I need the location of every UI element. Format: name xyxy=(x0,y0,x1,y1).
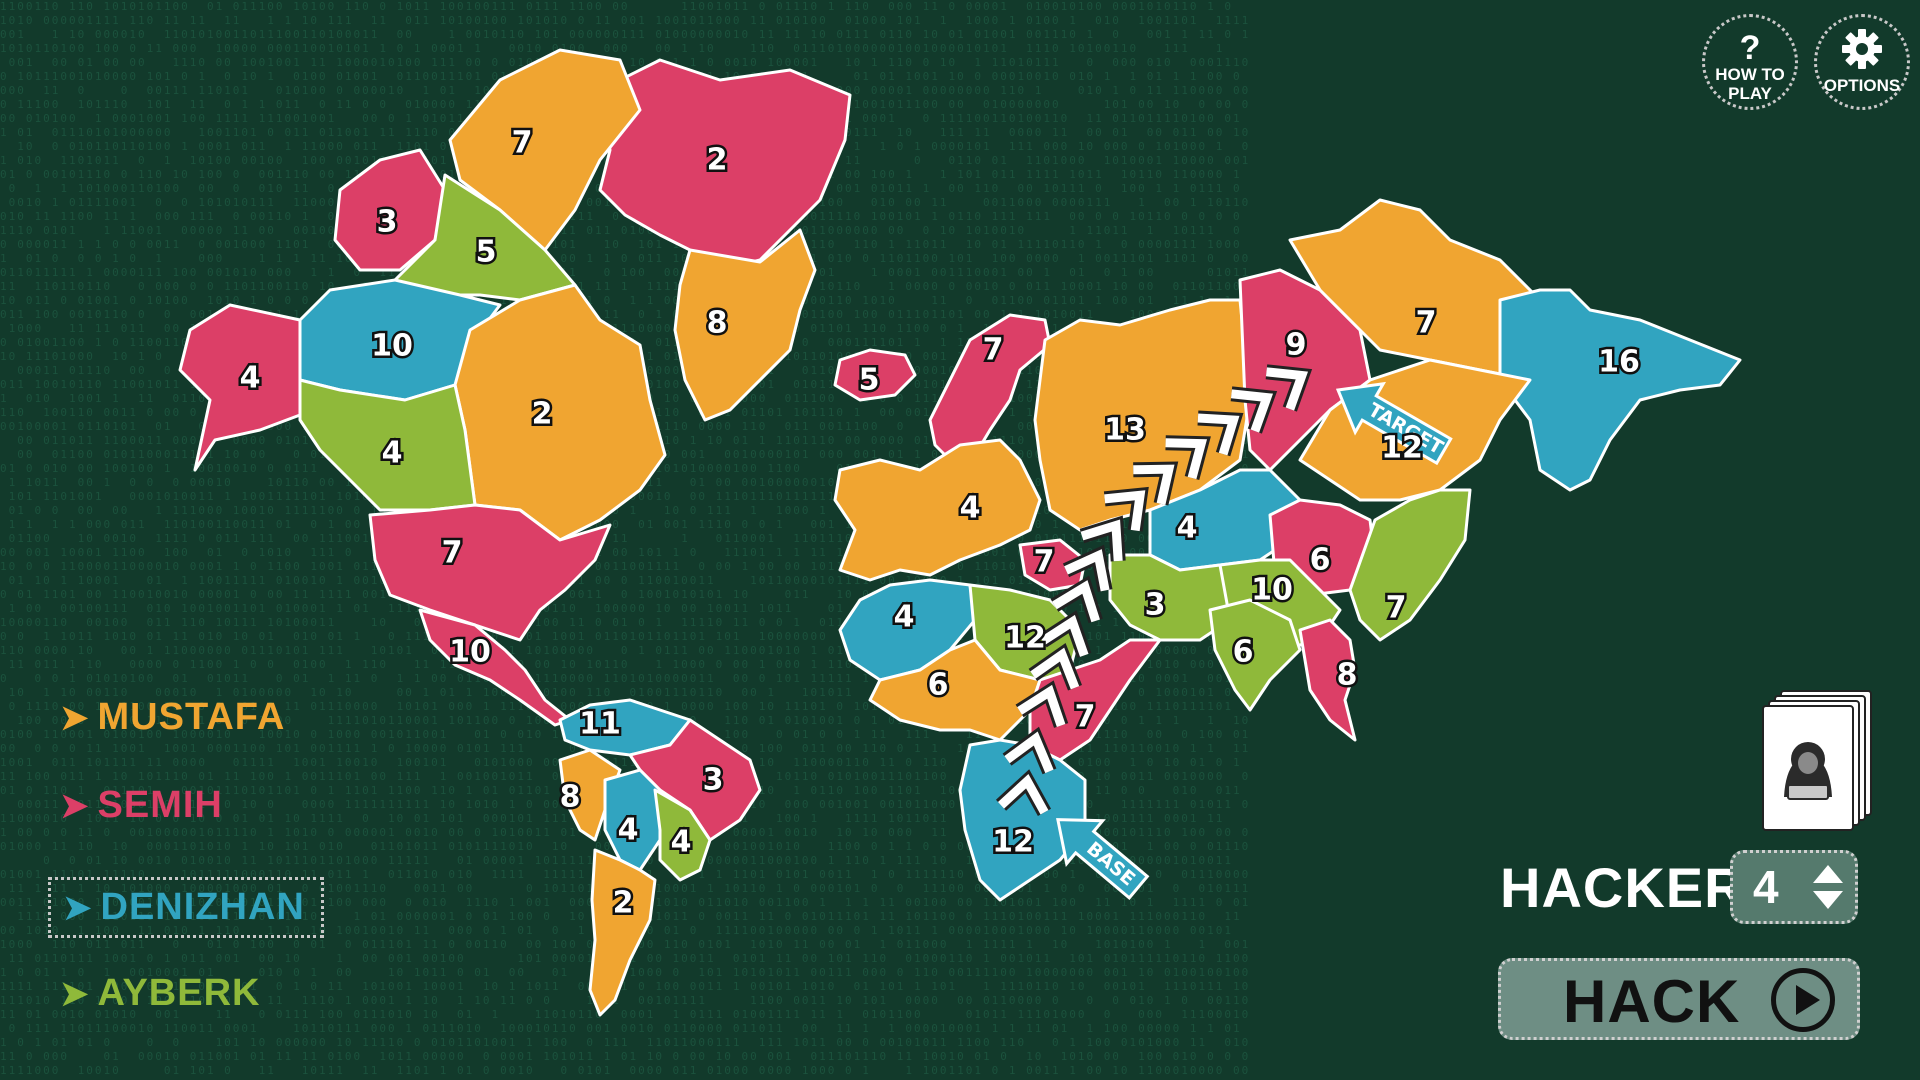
player-ayberk: ➤ AYBERK xyxy=(60,972,260,1015)
options-label: OPTIONS xyxy=(1823,76,1901,95)
territory-ontario[interactable] xyxy=(453,283,667,542)
gear-icon xyxy=(1842,29,1882,69)
player-chevron-icon: ➤ xyxy=(60,786,90,825)
troops-nw-canada-2: 5 xyxy=(476,235,497,270)
hacker-avatar-icon xyxy=(1784,742,1832,800)
troops-western-us: 4 xyxy=(382,436,403,471)
player-chevron-icon: ➤ xyxy=(60,698,90,737)
troops-central-america: 10 xyxy=(449,635,491,670)
troops-ontario: 2 xyxy=(532,397,553,432)
player-name: AYBERK xyxy=(97,972,261,1014)
troops-east-africa: 7 xyxy=(1075,700,1096,735)
hacker-count-stepper[interactable]: 4 xyxy=(1730,850,1858,924)
troops-alaska: 4 xyxy=(240,361,261,396)
troops-japan-coast: 7 xyxy=(1386,591,1407,626)
troops-egypt: 12 xyxy=(1004,621,1046,656)
territory-greenland-south[interactable] xyxy=(673,228,817,422)
troops-europe: 4 xyxy=(960,491,981,526)
troops-peru: 8 xyxy=(560,780,581,815)
player-chevron-icon: ➤ xyxy=(63,888,93,927)
play-icon xyxy=(1771,968,1835,1032)
player-name: DENIZHAN xyxy=(100,886,305,928)
troops-middle-east: 3 xyxy=(1145,588,1166,623)
troops-siam: 8 xyxy=(1337,658,1358,693)
troops-irkutsk: 12 xyxy=(1381,431,1423,466)
player-mustafa: ➤ MUSTAFA xyxy=(60,696,285,739)
how-to-play-label-line2: PLAY xyxy=(1728,84,1772,103)
troops-north-africa: 4 xyxy=(894,600,915,635)
troops-ural: 9 xyxy=(1286,328,1307,363)
hacker-count-label: HACKER xyxy=(1500,856,1746,919)
territory-argentina[interactable] xyxy=(588,848,657,1017)
card-front xyxy=(1762,705,1854,831)
question-mark-icon: ? xyxy=(1739,29,1761,67)
troops-baffin: 7 xyxy=(512,126,533,161)
player-chevron-icon: ➤ xyxy=(60,974,90,1013)
troops-mongolia: 6 xyxy=(1310,543,1331,578)
troops-paraguay: 4 xyxy=(671,825,692,860)
how-to-play-button[interactable]: ? HOW TO PLAY xyxy=(1702,14,1798,110)
hack-button[interactable]: HACK xyxy=(1498,958,1860,1040)
territory-kamchatka[interactable] xyxy=(1498,288,1742,492)
troops-greenland: 2 xyxy=(707,143,728,178)
troops-southern-europe: 7 xyxy=(1034,545,1055,580)
troops-nw-canada-1: 3 xyxy=(377,205,398,240)
troops-scandinavia: 7 xyxy=(983,333,1004,368)
troops-kamchatka: 16 xyxy=(1598,345,1640,380)
territory-europe[interactable] xyxy=(833,438,1042,582)
troops-iceland: 5 xyxy=(859,363,880,398)
increment-icon[interactable] xyxy=(1813,865,1843,883)
card-deck[interactable] xyxy=(1762,690,1872,831)
troops-kazakhstan: 4 xyxy=(1177,511,1198,546)
player-denizhan-active: ➤ DENIZHAN xyxy=(48,877,324,938)
troops-eastern-us: 7 xyxy=(442,536,463,571)
decrement-icon[interactable] xyxy=(1813,891,1843,909)
troops-argentina: 2 xyxy=(613,886,634,921)
how-to-play-label-line1: HOW TO xyxy=(1715,65,1785,84)
troops-ukraine: 13 xyxy=(1104,413,1146,448)
troops-greenland-south: 8 xyxy=(707,306,728,341)
troops-venezuela: 11 xyxy=(579,707,621,742)
player-name: MUSTAFA xyxy=(97,696,286,738)
territory-japan-coast[interactable] xyxy=(1348,488,1472,642)
troops-west-africa: 6 xyxy=(928,668,949,703)
troops-china: 10 xyxy=(1251,573,1293,608)
player-name: SEMIH xyxy=(97,784,223,826)
troops-india: 6 xyxy=(1233,635,1254,670)
troops-bolivia: 4 xyxy=(618,813,639,848)
troops-siberia: 7 xyxy=(1416,306,1437,341)
troops-alberta: 10 xyxy=(371,329,413,364)
hacker-count-value: 4 xyxy=(1753,861,1779,913)
hack-button-label: HACK xyxy=(1563,968,1741,1035)
player-semih: ➤ SEMIH xyxy=(60,784,223,827)
troops-brazil: 3 xyxy=(703,763,724,798)
troops-south-africa: 12 xyxy=(992,825,1034,860)
options-button[interactable]: OPTIONS xyxy=(1814,14,1910,110)
